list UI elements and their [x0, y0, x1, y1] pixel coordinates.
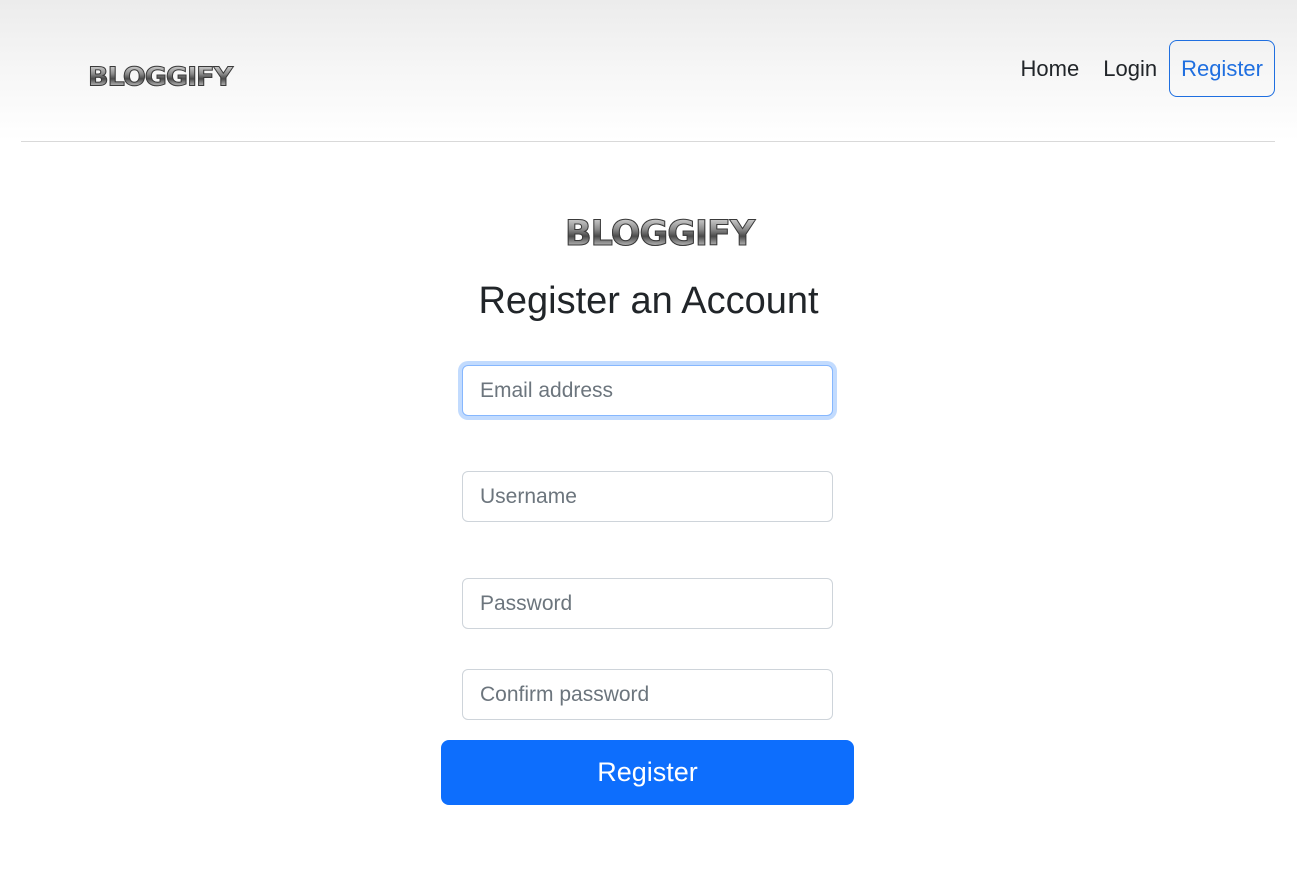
form-logo: BLOGGIFY: [564, 214, 755, 254]
username-field[interactable]: [462, 471, 833, 522]
email-field[interactable]: [462, 365, 833, 416]
nav-home-link[interactable]: Home: [1009, 40, 1092, 97]
nav-register-link[interactable]: Register: [1169, 40, 1275, 97]
register-button[interactable]: Register: [441, 740, 854, 805]
password-field[interactable]: [462, 578, 833, 629]
page-title: Register an Account: [478, 280, 819, 322]
main-nav: Home Login Register: [1009, 40, 1275, 97]
confirm-password-field[interactable]: [462, 669, 833, 720]
header-logo[interactable]: BLOGGIFY: [87, 64, 233, 91]
nav-login-link[interactable]: Login: [1091, 40, 1169, 97]
header-divider: [21, 141, 1275, 142]
